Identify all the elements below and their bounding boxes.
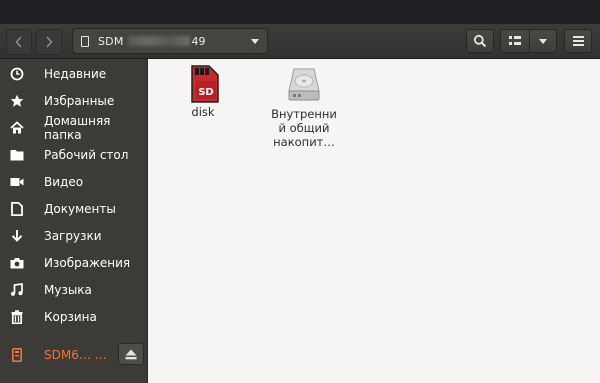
top-panel [0, 0, 600, 24]
sidebar-item-label: Недавние [44, 67, 107, 81]
sidebar-item-label: Избранные [44, 94, 115, 108]
document-icon [10, 202, 24, 216]
eject-button[interactable] [118, 343, 144, 365]
sidebar-item-label: Музыка [44, 283, 92, 297]
forward-button[interactable] [36, 29, 62, 55]
file-item-disk[interactable]: SD disk [178, 65, 228, 119]
sidebar-item-label: Изображения [44, 256, 131, 270]
sidebar-item-label: Видео [44, 175, 84, 189]
file-name-line: й общий [278, 121, 330, 135]
sidebar-item-label: Рабочий стол [44, 148, 129, 162]
search-icon [473, 34, 487, 48]
path-label: SDM [98, 34, 124, 48]
trash-icon [10, 310, 24, 324]
view-toggle-button[interactable] [500, 29, 530, 53]
view-options-button[interactable] [529, 29, 557, 53]
chevron-down-icon [251, 38, 259, 44]
file-item-internal-storage[interactable]: Внутренни й общий накопит… [266, 67, 342, 149]
device-icon [10, 348, 24, 362]
sidebar-item-label: Корзина [44, 310, 97, 324]
star-icon [10, 94, 24, 108]
back-button[interactable] [6, 29, 32, 55]
chevron-left-icon [15, 36, 22, 48]
sidebar-item-desktop[interactable]: Рабочий стол [0, 143, 147, 167]
sidebar-item-trash[interactable]: Корзина [0, 305, 147, 329]
file-name-line: накопит… [273, 135, 335, 149]
sidebar-item-home[interactable]: Домашняя папка [0, 114, 147, 142]
folder-icon [10, 148, 24, 162]
file-name-line: Внутренни [271, 107, 337, 121]
header-bar: SDM 49 [0, 24, 600, 59]
download-icon [10, 229, 24, 243]
file-view: SD disk Внутренни й общий накопит… [148, 59, 600, 383]
chevron-right-icon [46, 36, 53, 48]
main-menu-button[interactable] [564, 29, 592, 53]
path-suffix: 49 [191, 34, 206, 48]
camera-icon [10, 256, 24, 270]
path-bar-button[interactable]: SDM 49 [72, 28, 268, 54]
sidebar-item-videos[interactable]: Видео [0, 170, 147, 194]
svg-text:SD: SD [198, 87, 214, 98]
sidebar-item-recent[interactable]: Недавние [0, 62, 147, 86]
sidebar: Недавние Избранные Домашняя папка Рабочи… [0, 59, 148, 383]
sidebar-item-music[interactable]: Музыка [0, 278, 147, 302]
music-icon [10, 283, 24, 297]
sidebar-item-starred[interactable]: Избранные [0, 89, 147, 113]
sidebar-item-label: Домашняя папка [44, 114, 111, 142]
view-list-icon [509, 36, 521, 45]
hard-drive-icon [288, 68, 320, 101]
search-button[interactable] [466, 29, 494, 53]
sd-card-icon: SD [191, 65, 219, 103]
sidebar-item-label: SDM6… … [44, 348, 107, 362]
home-icon [10, 121, 24, 135]
sidebar-item-downloads[interactable]: Загрузки [0, 224, 147, 248]
device-icon [81, 35, 89, 47]
sidebar-item-documents[interactable]: Документы [0, 197, 147, 221]
sidebar-item-label: Документы [44, 202, 116, 216]
clock-icon [10, 67, 24, 81]
redacted-text [127, 36, 190, 46]
hamburger-menu-icon [572, 36, 584, 46]
chevron-down-icon [539, 38, 547, 44]
eject-icon [125, 349, 137, 359]
sidebar-item-label: Загрузки [44, 229, 102, 243]
sidebar-item-pictures[interactable]: Изображения [0, 251, 147, 275]
file-name: disk [191, 105, 215, 119]
video-icon [10, 175, 24, 189]
